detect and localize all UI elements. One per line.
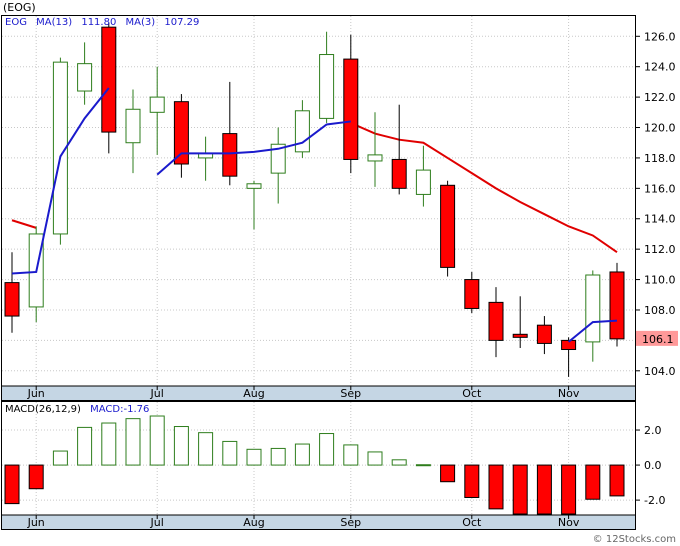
candle-body: [343, 58, 359, 160]
macd-bar: [294, 443, 310, 466]
candle-body: [367, 154, 383, 162]
candle-body: [101, 26, 117, 133]
last-price-label: 106.1: [642, 333, 674, 346]
price-y-tick-label: 112.0: [644, 243, 676, 256]
price-y-tick-label: 104.0: [644, 365, 676, 378]
candle-body: [536, 324, 552, 344]
watermark: © 12Stocks.com: [593, 534, 676, 545]
candle-body: [512, 333, 528, 338]
macd-bar: [464, 464, 480, 498]
x-tick-label: Jun: [27, 387, 45, 400]
candle: [52, 57, 68, 245]
macd-bar: [52, 450, 68, 466]
macd-bar: [319, 433, 335, 466]
candle-body: [319, 54, 335, 119]
candle-body: [464, 279, 480, 309]
macd-y-axis: 2.0 0.0 -2.0: [635, 424, 665, 507]
macd-legend-name: MACD(26,12,9): [5, 404, 81, 415]
macd-bar: [270, 447, 286, 466]
macd-x-tick-label: Oct: [462, 516, 482, 529]
legend-symbol: EOG: [5, 17, 27, 28]
macd-y-tick-label: -2.0: [644, 494, 665, 507]
macd-bar: [488, 464, 504, 510]
stock-chart: 104.0106.0108.0110.0112.0114.0116.0118.0…: [1, 1, 678, 545]
price-y-tick-label: 108.0: [644, 304, 676, 317]
x-tick-label: Nov: [558, 387, 580, 400]
legend-ma3-name: MA(3): [126, 17, 156, 28]
candle-body: [585, 274, 601, 343]
candle-body: [77, 63, 93, 92]
candle-body: [488, 301, 504, 341]
candle-body: [246, 183, 262, 189]
legend-ma13-name: MA(13): [36, 17, 72, 28]
candle: [440, 180, 456, 277]
candle-body: [440, 184, 456, 268]
macd-x-tick-label: Sep: [340, 516, 361, 529]
macd-y-tick-label: 2.0: [644, 424, 662, 437]
macd-bar: [28, 464, 44, 490]
candle-body: [609, 271, 625, 340]
macd-legend: MACD(26,12,9) MACD:-1.76: [5, 404, 149, 415]
price-y-tick-label: 114.0: [644, 213, 676, 226]
price-y-tick-label: 122.0: [644, 91, 676, 104]
macd-bar: [561, 464, 577, 515]
candle-body: [294, 110, 310, 153]
macd-x-tick-label: Jul: [150, 516, 164, 529]
candle-body: [415, 169, 431, 195]
macd-x-tick-label: Nov: [558, 516, 580, 529]
macd-bar: [609, 464, 625, 497]
macd-bar: [222, 440, 238, 466]
macd-bar: [101, 422, 117, 466]
price-y-tick-label: 120.0: [644, 122, 676, 135]
candle-body: [4, 282, 20, 317]
price-y-tick-label: 118.0: [644, 152, 676, 165]
x-tick-label: Oct: [462, 387, 482, 400]
candle-body: [391, 158, 407, 189]
macd-bar: [343, 444, 359, 466]
x-tick-label: Aug: [243, 387, 264, 400]
legend-ma13-value: 111.80: [81, 17, 116, 28]
macd-y-tick-label: 0.0: [644, 459, 662, 472]
price-y-tick-label: 124.0: [644, 61, 676, 74]
macd-legend-value: MACD:-1.76: [90, 404, 149, 415]
macd-bar: [536, 464, 552, 515]
chart-title: (EOG): [3, 1, 36, 14]
price-y-tick-label: 116.0: [644, 182, 676, 195]
macd-bar: [125, 418, 141, 466]
price-x-axis-bar: [2, 386, 635, 400]
candle-body: [125, 108, 141, 144]
macd-bar: [440, 464, 456, 483]
macd-x-tick-label: Aug: [243, 516, 264, 529]
macd-bar: [173, 426, 189, 466]
last-price-marker: 106.1: [636, 330, 678, 346]
macd-bar: [149, 415, 165, 466]
candle-body: [149, 96, 165, 113]
x-tick-label: Sep: [340, 387, 361, 400]
macd-bar: [246, 448, 262, 466]
macd-bar: [391, 459, 407, 466]
candle-body: [222, 133, 238, 177]
macd-x-axis-bar: [2, 515, 635, 529]
macd-bar: [585, 464, 601, 500]
candle: [609, 262, 625, 347]
macd-bar: [77, 426, 93, 466]
price-y-axis: 104.0106.0108.0110.0112.0114.0116.0118.0…: [635, 30, 676, 378]
macd-bar: [198, 432, 214, 466]
legend-ma3-value: 107.29: [164, 17, 199, 28]
x-tick-label: Jul: [150, 387, 164, 400]
macd-bar: [4, 464, 20, 505]
macd-bar: [415, 464, 431, 467]
macd-bar: [512, 464, 528, 515]
price-y-tick-label: 110.0: [644, 274, 676, 287]
price-y-tick-label: 126.0: [644, 30, 676, 43]
macd-bar: [367, 451, 383, 466]
macd-x-tick-label: Jun: [27, 516, 45, 529]
